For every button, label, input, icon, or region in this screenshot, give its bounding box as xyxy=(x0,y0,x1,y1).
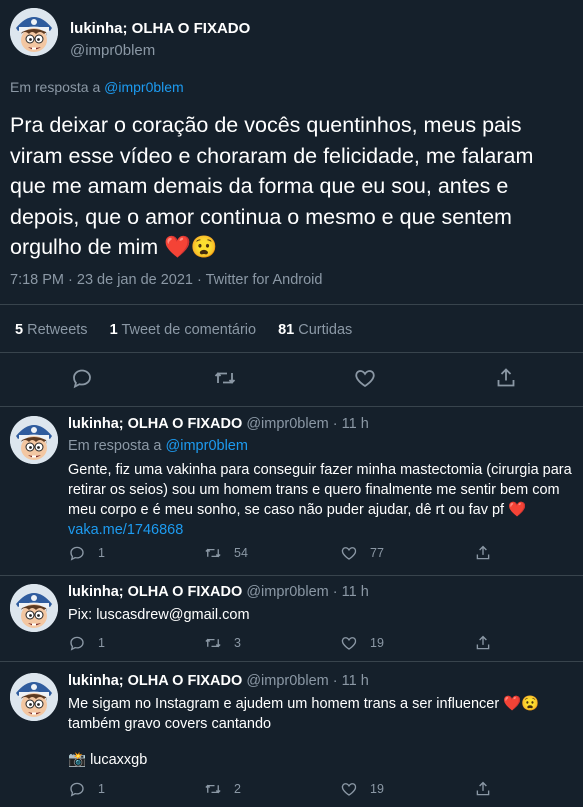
retweet-icon[interactable] xyxy=(213,366,237,390)
display-name[interactable]: lukinha; OLHA O FIXADO xyxy=(68,584,242,600)
divider xyxy=(0,406,583,407)
retweet-count: 3 xyxy=(234,636,241,650)
retweet-icon xyxy=(204,634,222,652)
like-icon xyxy=(340,634,358,652)
tweet-header: lukinha; OLHA O FIXADO @impr0blem · 11 h xyxy=(68,584,369,600)
like-button[interactable]: 19 xyxy=(340,634,384,652)
like-count: 77 xyxy=(370,546,384,560)
tweet-text: Pix: luscasdrew@gmail.com xyxy=(68,607,250,623)
display-name[interactable]: lukinha; OLHA O FIXADO xyxy=(68,673,242,689)
retweet-icon xyxy=(204,544,222,562)
likes-label: Curtidas xyxy=(298,322,353,338)
reply-prefix: Em resposta a xyxy=(10,79,101,95)
user-handle[interactable]: @impr0blem xyxy=(70,42,155,59)
avatar[interactable] xyxy=(10,8,58,56)
tweet-actions xyxy=(0,366,583,396)
like-count: 19 xyxy=(370,636,384,650)
divider xyxy=(0,352,583,353)
divider xyxy=(0,661,583,662)
tweet-actions: 1 3 19 xyxy=(68,634,568,654)
tweet-time[interactable]: · 11 h xyxy=(333,584,369,600)
reply-count: 1 xyxy=(98,782,105,796)
reply-tweet[interactable]: lukinha; OLHA O FIXADO @impr0blem · 11 h… xyxy=(0,416,583,568)
share-icon xyxy=(474,544,492,562)
tweet-actions: 1 54 77 xyxy=(68,544,568,564)
tweet-body: Gente, fiz uma vakinha para conseguir fa… xyxy=(68,462,572,518)
reply-tweet[interactable]: lukinha; OLHA O FIXADO @impr0blem · 11 h… xyxy=(0,584,583,654)
tweet-time[interactable]: · 11 h xyxy=(333,673,369,689)
share-icon[interactable] xyxy=(494,366,518,390)
avatar[interactable] xyxy=(10,416,58,464)
comments-count: 1 xyxy=(109,322,118,338)
tweet-line: também gravo covers cantando xyxy=(68,716,272,732)
tweet-metadata: 7:18 PM · 23 de jan de 2021 · Twitter fo… xyxy=(10,272,323,288)
likes-stat[interactable]: 81 Curtidas xyxy=(278,322,352,338)
donation-link[interactable]: vaka.me/1746868 xyxy=(68,522,183,538)
display-name[interactable]: lukinha; OLHA O FIXADO xyxy=(70,20,250,37)
share-button[interactable] xyxy=(474,544,504,562)
tweet-stats: 5 Retweets 1 Tweet de comentário 81 Curt… xyxy=(15,322,370,338)
share-button[interactable] xyxy=(474,634,504,652)
share-icon xyxy=(474,780,492,798)
reply-count: 1 xyxy=(98,546,105,560)
retweet-count: 2 xyxy=(234,782,241,796)
reply-to-link[interactable]: @impr0blem xyxy=(166,438,248,454)
like-button[interactable]: 19 xyxy=(340,780,384,798)
reply-to-link[interactable]: @impr0blem xyxy=(104,79,184,95)
retweets-count: 5 xyxy=(15,322,24,338)
reply-count: 1 xyxy=(98,636,105,650)
retweet-button[interactable]: 2 xyxy=(204,780,241,798)
reply-tweet[interactable]: lukinha; OLHA O FIXADO @impr0blem · 11 h… xyxy=(0,673,583,803)
avatar[interactable] xyxy=(10,584,58,632)
tweet-line: Me sigam no Instagram e ajudem um homem … xyxy=(68,696,540,712)
reply-button[interactable]: 1 xyxy=(68,780,105,798)
reply-context: Em resposta a @impr0blem xyxy=(68,438,248,454)
comments-label: Tweet de comentário xyxy=(121,322,257,338)
reply-button[interactable]: 1 xyxy=(68,634,105,652)
tweet-actions: 1 2 19 xyxy=(68,780,568,800)
retweet-button[interactable]: 3 xyxy=(204,634,241,652)
avatar[interactable] xyxy=(10,673,58,721)
reply-icon[interactable] xyxy=(70,366,94,390)
retweets-stat[interactable]: 5 Retweets xyxy=(15,322,88,338)
tweet-header: lukinha; OLHA O FIXADO @impr0blem · 11 h xyxy=(68,416,369,432)
tweet-text: Me sigam no Instagram e ajudem um homem … xyxy=(68,694,578,734)
share-button[interactable] xyxy=(474,780,504,798)
retweet-count: 54 xyxy=(234,546,248,560)
tweet-text: Gente, fiz uma vakinha para conseguir fa… xyxy=(68,460,578,540)
share-icon xyxy=(474,634,492,652)
user-handle[interactable]: @impr0blem xyxy=(246,584,328,600)
reply-icon xyxy=(68,634,86,652)
reply-icon xyxy=(68,780,86,798)
comments-stat[interactable]: 1 Tweet de comentário xyxy=(110,322,256,338)
reply-icon xyxy=(68,544,86,562)
like-icon[interactable] xyxy=(353,366,377,390)
divider xyxy=(0,304,583,305)
user-handle[interactable]: @impr0blem xyxy=(246,673,328,689)
reply-button[interactable]: 1 xyxy=(68,544,105,562)
retweet-button[interactable]: 54 xyxy=(204,544,248,562)
retweet-icon xyxy=(204,780,222,798)
user-handle[interactable]: @impr0blem xyxy=(246,416,328,432)
retweets-label: Retweets xyxy=(27,322,88,338)
tweet-header: lukinha; OLHA O FIXADO @impr0blem · 11 h xyxy=(68,673,369,689)
tweet-time[interactable]: · 11 h xyxy=(333,416,369,432)
like-icon xyxy=(340,544,358,562)
divider xyxy=(0,575,583,576)
reply-context: Em resposta a @impr0blem xyxy=(10,79,184,95)
likes-count: 81 xyxy=(278,322,295,338)
like-count: 19 xyxy=(370,782,384,796)
display-name[interactable]: lukinha; OLHA O FIXADO xyxy=(68,416,242,432)
instagram-handle: 📸 lucaxxgb xyxy=(68,752,148,768)
tweet-text: Pra deixar o coração de vocês quentinhos… xyxy=(10,113,534,259)
like-button[interactable]: 77 xyxy=(340,544,384,562)
reply-prefix: Em resposta a xyxy=(68,438,162,454)
like-icon xyxy=(340,780,358,798)
